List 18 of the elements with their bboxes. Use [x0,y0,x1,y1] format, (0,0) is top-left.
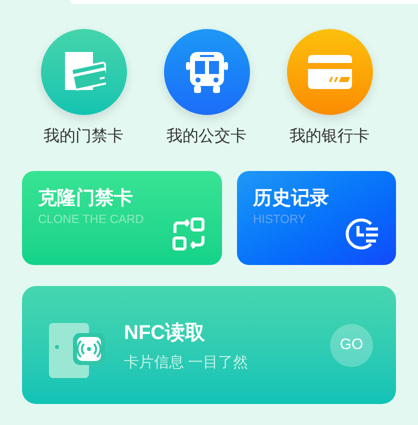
shortcut-label: 我的银行卡 [290,126,370,147]
bank-card-icon [308,55,352,89]
nfc-subtitle: 卡片信息 一目了然 [124,353,248,373]
nfc-card[interactable]: NFC读取 卡片信息 一目了然 GO [22,286,396,404]
shortcut-label: 我的门禁卡 [44,126,124,147]
card-subtitle: CLONE THE CARD [38,211,144,228]
shortcut-label: 我的公交卡 [166,126,246,147]
nfc-title: NFC读取 [124,321,206,346]
go-button[interactable]: GO [330,324,373,367]
feature-card[interactable]: 历史记录 HISTORY [237,171,396,265]
clock-list-icon [344,217,380,251]
bus-icon [186,50,228,94]
feature-card[interactable]: 克隆门禁卡 CLONE THE CARD [22,171,222,265]
card-title: 历史记录 [253,187,329,211]
nfc-door-icon [49,323,105,379]
card-subtitle: HISTORY [253,211,306,228]
card-title: 克隆门禁卡 [38,186,133,211]
swap-icon [172,217,206,251]
